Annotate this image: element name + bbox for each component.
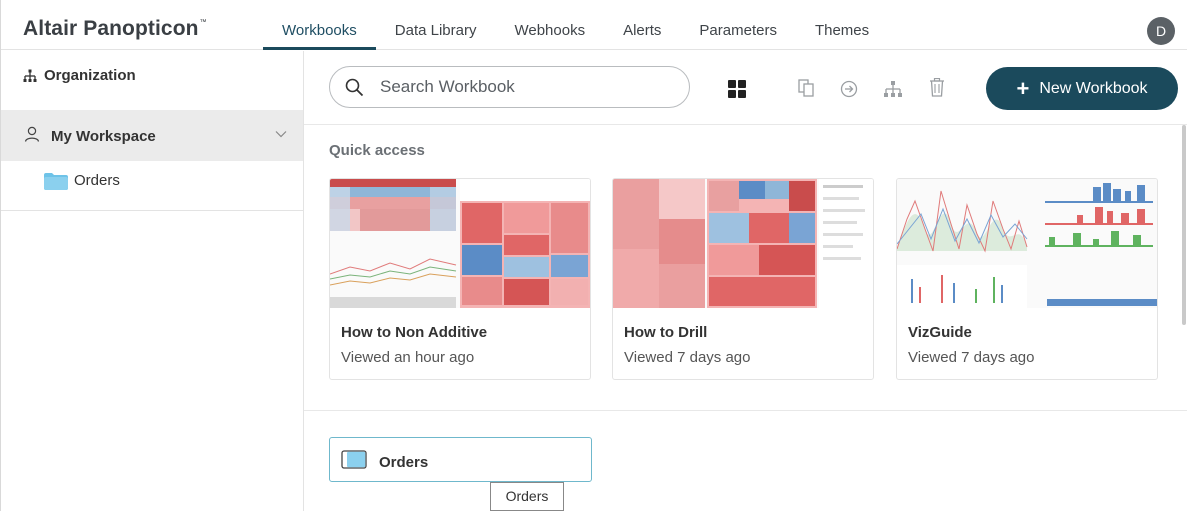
- folder-card-orders[interactable]: Orders: [329, 437, 592, 482]
- card-title: How to Non Additive: [341, 324, 488, 341]
- scrollbar-thumb[interactable]: [1182, 125, 1186, 325]
- user-avatar[interactable]: D: [1147, 17, 1175, 45]
- move-icon[interactable]: [840, 80, 858, 98]
- main-scrollbar[interactable]: [1180, 125, 1187, 511]
- nav-workbooks[interactable]: Workbooks: [263, 0, 376, 50]
- nav-data-library[interactable]: Data Library: [376, 0, 496, 50]
- search-icon: [345, 78, 364, 97]
- brand-logo: Altair Panopticon™: [23, 17, 207, 41]
- sidebar: Organization My Workspace Orders: [1, 51, 304, 511]
- section-divider: [304, 410, 1187, 411]
- workbook-card-drill[interactable]: How to Drill Viewed 7 days ago: [612, 178, 874, 380]
- chevron-down-icon[interactable]: [275, 130, 287, 138]
- new-workbook-button[interactable]: + New Workbook: [986, 67, 1178, 110]
- workbook-thumbnail: [613, 179, 873, 308]
- card-subtitle: Viewed an hour ago: [341, 349, 475, 366]
- top-bar: Altair Panopticon™ Workbooks Data Librar…: [1, 0, 1187, 50]
- organization-label: Organization: [44, 67, 136, 84]
- main-nav: Workbooks Data Library Webhooks Alerts P…: [263, 0, 888, 50]
- search-box: [329, 66, 690, 108]
- nav-parameters[interactable]: Parameters: [680, 0, 796, 50]
- folder-icon: [341, 450, 367, 469]
- grid-view-icon[interactable]: [728, 80, 746, 98]
- user-icon: [24, 126, 40, 142]
- nav-alerts[interactable]: Alerts: [604, 0, 680, 50]
- workspace-label: My Workspace: [51, 128, 156, 145]
- sidebar-folder-orders[interactable]: Orders: [1, 161, 303, 211]
- app-window: Altair Panopticon™ Workbooks Data Librar…: [0, 0, 1187, 511]
- quick-access-title: Quick access: [329, 142, 425, 159]
- trash-icon[interactable]: [929, 78, 945, 97]
- org-chart-icon[interactable]: [884, 81, 902, 98]
- copy-icon[interactable]: [798, 79, 815, 97]
- sidebar-item-my-workspace[interactable]: My Workspace: [1, 110, 303, 161]
- search-input[interactable]: [380, 76, 670, 98]
- sidebar-organization[interactable]: Organization: [23, 67, 136, 84]
- new-workbook-label: New Workbook: [1039, 79, 1148, 97]
- folder-tooltip: Orders: [490, 482, 564, 511]
- workbook-card-vizguide[interactable]: VizGuide Viewed 7 days ago: [896, 178, 1158, 380]
- folder-icon: [44, 173, 68, 190]
- workbook-thumbnail: [897, 179, 1157, 308]
- nav-themes[interactable]: Themes: [796, 0, 888, 50]
- trademark: ™: [199, 19, 207, 26]
- nav-webhooks[interactable]: Webhooks: [495, 0, 604, 50]
- workbook-thumbnail: [330, 179, 590, 308]
- workbook-card-non-additive[interactable]: How to Non Additive Viewed an hour ago: [329, 178, 591, 380]
- toolbar: + New Workbook: [304, 51, 1187, 125]
- card-subtitle: Viewed 7 days ago: [908, 349, 1035, 366]
- folder-card-label: Orders: [379, 454, 429, 471]
- main-content: + New Workbook Quick access: [304, 51, 1187, 511]
- card-title: VizGuide: [908, 324, 972, 341]
- card-title: How to Drill: [624, 324, 708, 341]
- folder-label: Orders: [74, 172, 120, 189]
- plus-icon: +: [1016, 75, 1030, 101]
- card-subtitle: Viewed 7 days ago: [624, 349, 751, 366]
- brand-name: Altair Panopticon: [23, 17, 199, 40]
- org-chart-icon: [23, 69, 37, 82]
